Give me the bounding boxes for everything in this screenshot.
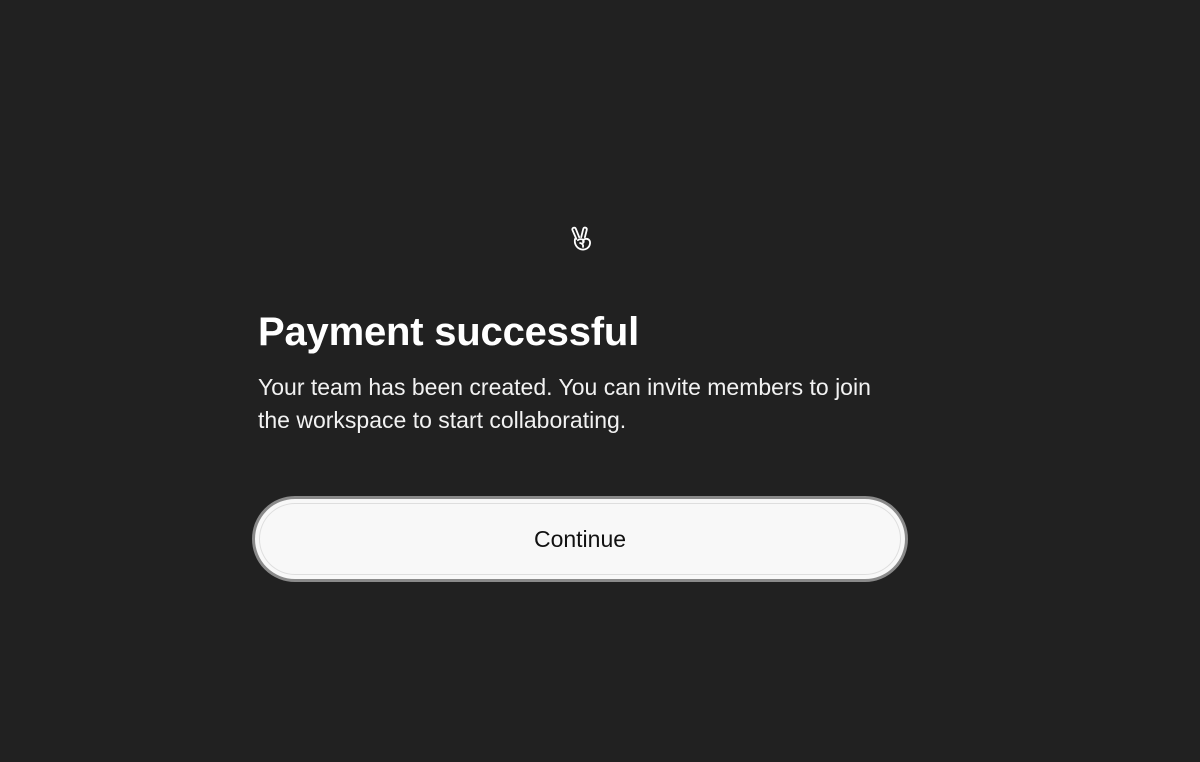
- continue-button[interactable]: Continue: [252, 496, 908, 582]
- payment-success-screen: Payment successful Your team has been cr…: [0, 0, 1200, 762]
- victory-hand-icon: [566, 224, 596, 254]
- success-message: Your team has been created. You can invi…: [258, 374, 871, 433]
- continue-button-label: Continue: [533, 526, 627, 552]
- page-title: Payment successful: [258, 310, 640, 354]
